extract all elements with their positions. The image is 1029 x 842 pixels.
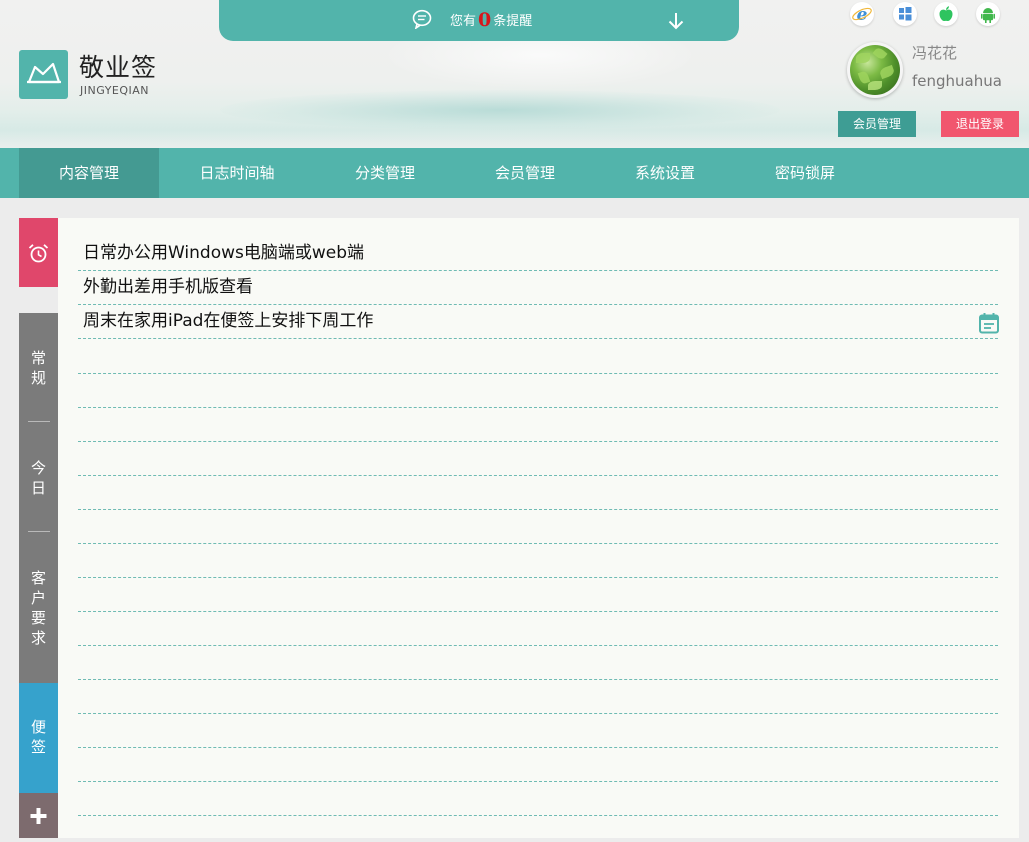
ruled-line bbox=[78, 509, 998, 510]
user-account: fenghuahua bbox=[912, 72, 1002, 90]
main-nav: 内容管理 日志时间轴 分类管理 会员管理 系统设置 密码锁屏 bbox=[0, 148, 1029, 198]
note-row[interactable]: 周末在家用iPad在便签上安排下周工作 bbox=[78, 305, 998, 339]
ruled-line bbox=[78, 611, 998, 612]
header: 您有 0 条提醒 敬业签 JINGYEQIAN e 冯花花 fenghuahua… bbox=[0, 0, 1029, 148]
ruled-line bbox=[78, 747, 998, 748]
avatar[interactable] bbox=[847, 42, 903, 98]
apple-icon[interactable] bbox=[934, 2, 958, 26]
notepad: 日常办公用Windows电脑端或web端 外勤出差用手机版查看 周末在家用iPa… bbox=[58, 218, 1019, 838]
tab-today-label: 今日 bbox=[30, 459, 46, 497]
ruled-line bbox=[78, 713, 998, 714]
tab-notes-text: 便签 bbox=[19, 717, 58, 757]
category-tabs: 常规 今日 客户要求 bbox=[19, 313, 58, 683]
ruled-line bbox=[78, 781, 998, 782]
logo-icon bbox=[27, 62, 61, 84]
nav-category-management[interactable]: 分类管理 bbox=[315, 148, 455, 198]
notification-text: 您有 0 条提醒 bbox=[450, 11, 532, 31]
note-row[interactable]: 日常办公用Windows电脑端或web端 bbox=[78, 237, 998, 271]
tab-today[interactable]: 今日 bbox=[19, 458, 58, 498]
tab-divider bbox=[28, 421, 50, 422]
alarm-clock-icon bbox=[28, 244, 49, 263]
plus-icon bbox=[30, 808, 47, 824]
logout-button[interactable]: 退出登录 bbox=[941, 111, 1019, 137]
tab-normal[interactable]: 常规 bbox=[19, 348, 58, 388]
note-text: 日常办公用Windows电脑端或web端 bbox=[83, 243, 365, 263]
add-category-button[interactable] bbox=[19, 793, 58, 838]
member-management-button[interactable]: 会员管理 bbox=[838, 111, 916, 137]
nav-member-management[interactable]: 会员管理 bbox=[455, 148, 595, 198]
brand-name: 敬业签 bbox=[79, 53, 158, 82]
ruled-line bbox=[78, 475, 998, 476]
logo[interactable] bbox=[19, 50, 68, 99]
tab-notes[interactable]: 便签 bbox=[19, 683, 58, 793]
note-text: 外勤出差用手机版查看 bbox=[83, 277, 253, 297]
nav-log-timeline[interactable]: 日志时间轴 bbox=[167, 148, 307, 198]
windows-icon[interactable] bbox=[893, 2, 917, 26]
tab-normal-label: 常规 bbox=[30, 349, 46, 387]
tab-divider bbox=[28, 531, 50, 532]
android-icon[interactable] bbox=[976, 2, 1000, 26]
arrow-down-icon[interactable] bbox=[667, 11, 685, 31]
ruled-line bbox=[78, 679, 998, 680]
ruled-line bbox=[78, 645, 998, 646]
tab-notes-label: 便签 bbox=[30, 718, 46, 756]
notification-bar[interactable]: 您有 0 条提醒 bbox=[219, 0, 739, 41]
tab-customer-requirements[interactable]: 客户要求 bbox=[19, 568, 58, 648]
notification-suffix: 条提醒 bbox=[493, 14, 533, 29]
ruled-line bbox=[78, 815, 998, 816]
ruled-line bbox=[78, 407, 998, 408]
reminder-tab[interactable] bbox=[19, 218, 58, 287]
nav-password-lock[interactable]: 密码锁屏 bbox=[735, 148, 875, 198]
ruled-line bbox=[78, 338, 998, 339]
user-name: 冯花花 bbox=[912, 44, 958, 62]
brand-pinyin: JINGYEQIAN bbox=[80, 84, 150, 97]
ruled-line bbox=[78, 577, 998, 578]
notification-count: 0 bbox=[478, 9, 492, 31]
ruled-line bbox=[78, 441, 998, 442]
ie-icon[interactable]: e bbox=[850, 2, 874, 26]
message-icon bbox=[412, 9, 432, 29]
calendar-icon[interactable] bbox=[978, 312, 1000, 334]
note-text: 周末在家用iPad在便签上安排下周工作 bbox=[83, 311, 374, 331]
sea-background bbox=[220, 90, 780, 130]
tab-customer-label: 客户要求 bbox=[30, 569, 46, 647]
nav-content-management[interactable]: 内容管理 bbox=[19, 148, 159, 198]
ruled-line bbox=[78, 373, 998, 374]
note-row[interactable]: 外勤出差用手机版查看 bbox=[78, 271, 998, 305]
notification-prefix: 您有 bbox=[450, 14, 477, 29]
ruled-line bbox=[78, 543, 998, 544]
nav-system-settings[interactable]: 系统设置 bbox=[595, 148, 735, 198]
